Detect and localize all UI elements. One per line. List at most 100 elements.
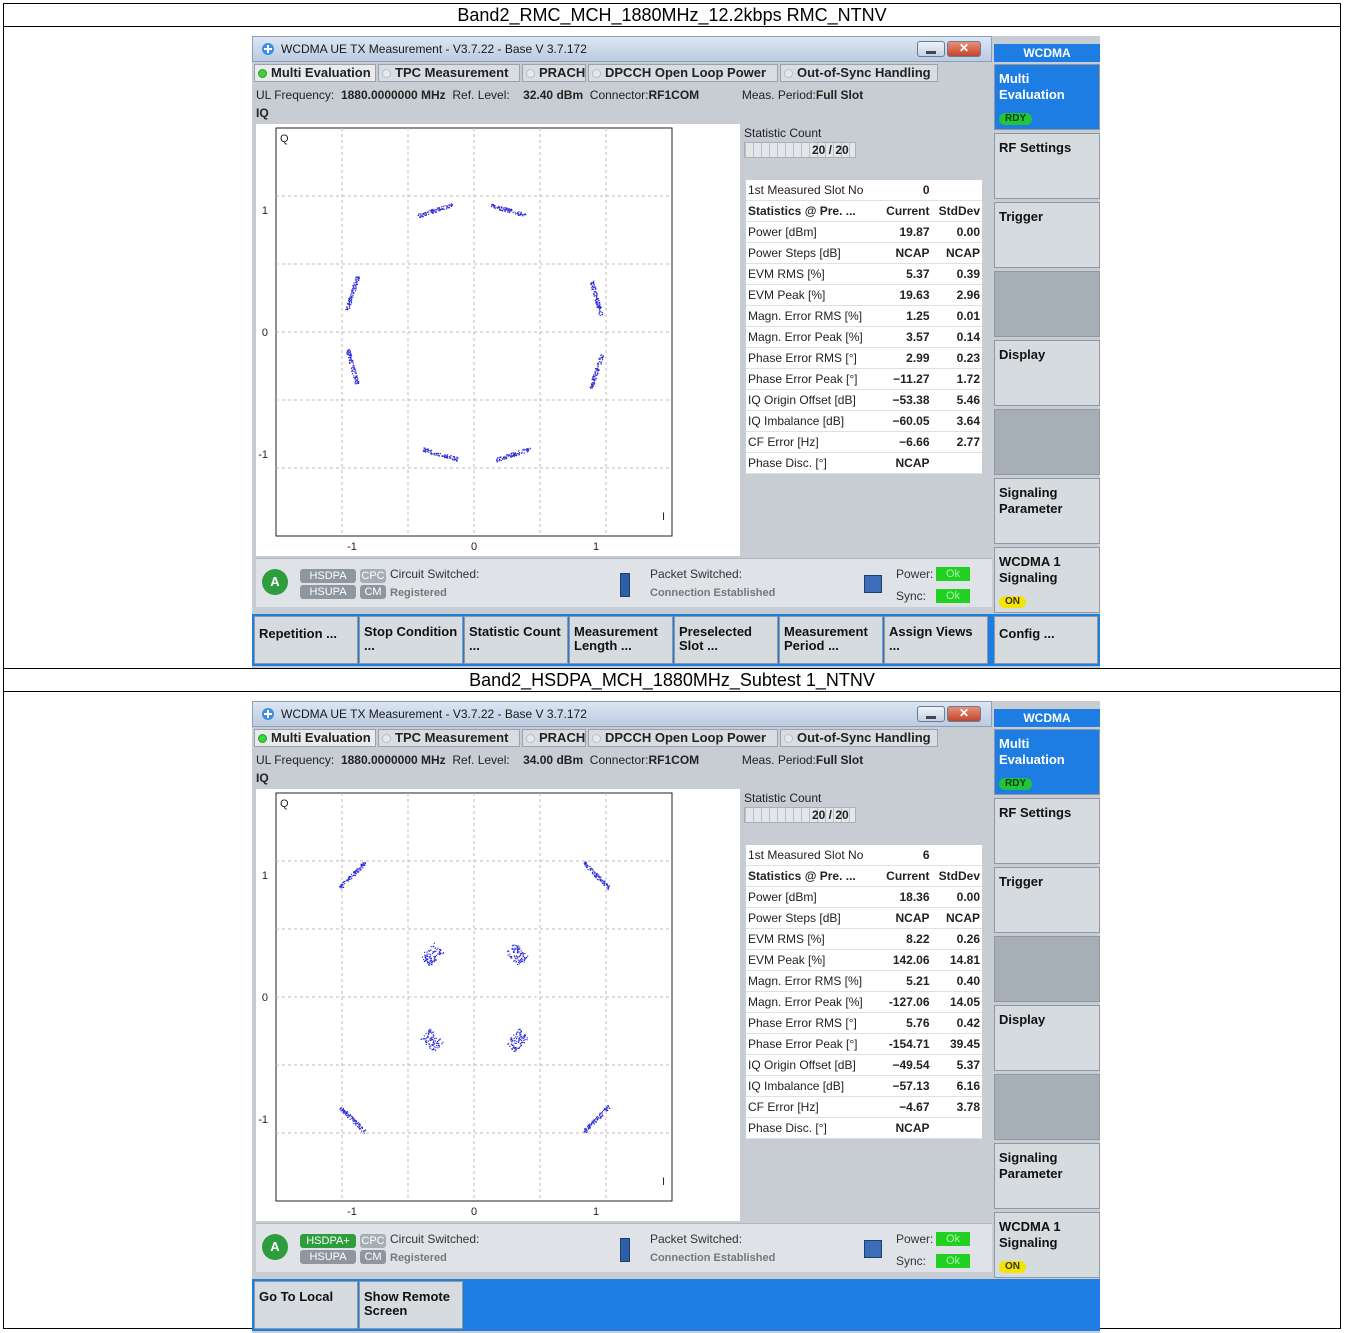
table-header-row: Statistics @ Pre. ... Current StdDev: [746, 200, 982, 222]
iq-point: [345, 880, 347, 882]
stat-label: Phase Disc. [°]: [746, 452, 879, 474]
softkey-5[interactable]: Measurement Period ...: [779, 616, 883, 664]
softkey-6[interactable]: Assign Views ...: [884, 616, 988, 664]
iq-point: [349, 300, 351, 302]
tab-dpcch-open-loop-power[interactable]: DPCCH Open Loop Power: [588, 729, 778, 747]
iq-point: [351, 370, 353, 373]
tab-bar: Multi Evaluation TPC Measurement PRACH D…: [254, 64, 994, 84]
iq-point: [360, 1130, 363, 1132]
sidebar-item-6[interactable]: Signaling Parameter: [994, 1143, 1100, 1209]
iq-point: [422, 215, 424, 218]
iq-point: [593, 287, 595, 289]
close-button[interactable]: ✕: [947, 41, 981, 57]
tab-prach[interactable]: PRACH: [522, 729, 586, 747]
softkey-0[interactable]: Go To Local: [254, 1281, 358, 1329]
stat-current: −49.54: [878, 1054, 932, 1076]
iq-point: [586, 1131, 588, 1133]
iq-point: [420, 213, 422, 215]
iq-point: [425, 1041, 427, 1043]
softkey-7[interactable]: Config ...: [994, 616, 1098, 664]
side-menu: WCDMA Multi Evaluation RDY RF Settings T…: [994, 36, 1100, 614]
iq-point: [594, 370, 596, 372]
tab-out-of-sync[interactable]: Out-of-Sync Handling: [780, 64, 938, 82]
sidebar-item-0[interactable]: Multi Evaluation RDY: [994, 729, 1100, 795]
softkey-3[interactable]: Measurement Length ...: [569, 616, 673, 664]
softkey-1[interactable]: Stop Condition ...: [359, 616, 463, 664]
iq-point: [346, 1111, 348, 1113]
iq-point: [516, 945, 518, 947]
stat-current: −60.05: [878, 410, 932, 432]
iq-point: [428, 1033, 430, 1035]
iq-point: [586, 1125, 589, 1128]
iq-point: [585, 863, 587, 865]
stat-stddev: 0.00: [931, 886, 982, 908]
softkey-2[interactable]: Statistic Count ...: [464, 616, 568, 664]
sidebar-item-2[interactable]: Trigger: [994, 202, 1100, 268]
minimize-button[interactable]: [917, 706, 945, 722]
sidebar-item-4[interactable]: Display: [994, 1005, 1100, 1071]
iq-point: [585, 866, 588, 869]
x-tick-label: 0: [471, 1206, 477, 1218]
tab-label: DPCCH Open Loop Power: [605, 65, 767, 80]
iq-point: [515, 955, 518, 957]
stat-current: 19.63: [878, 284, 932, 306]
iq-point: [518, 956, 520, 958]
tab-multi-evaluation[interactable]: Multi Evaluation: [254, 729, 376, 747]
table-row: EVM Peak [%] 142.06 14.81: [746, 949, 982, 971]
iq-point: [516, 1032, 518, 1034]
table-row: Magn. Error Peak [%] -127.06 14.05: [746, 991, 982, 1013]
softkey-1[interactable]: Show Remote Screen: [359, 1281, 463, 1329]
tab-tpc-measurement[interactable]: TPC Measurement: [378, 729, 520, 747]
softkey-0[interactable]: Repetition ...: [254, 616, 358, 664]
iq-point: [351, 292, 353, 294]
stat-stddev: 3.78: [931, 1096, 982, 1118]
iq-point: [598, 305, 600, 307]
iq-point: [505, 208, 507, 211]
iq-point: [362, 864, 364, 867]
ul-frequency-value: 1880.0000000 MHz: [340, 88, 446, 102]
tab-tpc-measurement[interactable]: TPC Measurement: [378, 64, 520, 82]
sidebar-item-7[interactable]: WCDMA 1 Signaling ON: [994, 547, 1100, 613]
iq-point: [348, 303, 350, 305]
iq-point: [595, 298, 598, 301]
sidebar-item-6[interactable]: Signaling Parameter: [994, 478, 1100, 544]
y-tick-label: 0: [262, 992, 268, 1004]
stat-label: Magn. Error Peak [%]: [746, 326, 879, 348]
iq-point: [514, 956, 516, 958]
table-row: CF Error [Hz] −6.66 2.77: [746, 431, 982, 453]
iq-point: [595, 875, 598, 878]
close-button[interactable]: ✕: [947, 706, 981, 722]
minimize-button[interactable]: [917, 41, 945, 57]
iq-point: [509, 1045, 511, 1047]
sidebar-item-1[interactable]: RF Settings: [994, 133, 1100, 199]
tab-multi-evaluation[interactable]: Multi Evaluation: [254, 64, 376, 82]
tab-dpcch-open-loop-power[interactable]: DPCCH Open Loop Power: [588, 64, 778, 82]
iq-point: [348, 357, 350, 359]
iq-point: [348, 306, 350, 308]
stat-stddev: 5.46: [931, 389, 982, 411]
iq-point: [594, 875, 596, 877]
softkey-4[interactable]: Preselected Slot ...: [674, 616, 778, 664]
iq-point: [515, 958, 517, 960]
status-led-icon: [258, 734, 267, 743]
table-row: CF Error [Hz] −4.67 3.78: [746, 1096, 982, 1118]
iq-point: [436, 949, 438, 951]
iq-point: [514, 453, 517, 455]
iq-point: [434, 1049, 437, 1051]
sidebar-item-2[interactable]: Trigger: [994, 867, 1100, 933]
iq-point: [516, 951, 518, 953]
iq-point: [418, 213, 420, 215]
iq-point: [593, 292, 595, 295]
tab-prach[interactable]: PRACH: [522, 64, 586, 82]
stat-stddev: 14.05: [931, 991, 982, 1013]
iq-point: [429, 961, 431, 963]
sidebar-item-4[interactable]: Display: [994, 340, 1100, 406]
iq-point: [354, 871, 357, 874]
status-led-icon: [382, 69, 391, 78]
table-row: IQ Origin Offset [dB] −53.38 5.46: [746, 389, 982, 411]
sidebar-item-1[interactable]: RF Settings: [994, 798, 1100, 864]
sidebar-item-7[interactable]: WCDMA 1 Signaling ON: [994, 1212, 1100, 1278]
sidebar-item-0[interactable]: Multi Evaluation RDY: [994, 64, 1100, 130]
tab-out-of-sync[interactable]: Out-of-Sync Handling: [780, 729, 938, 747]
iq-point: [355, 375, 357, 377]
